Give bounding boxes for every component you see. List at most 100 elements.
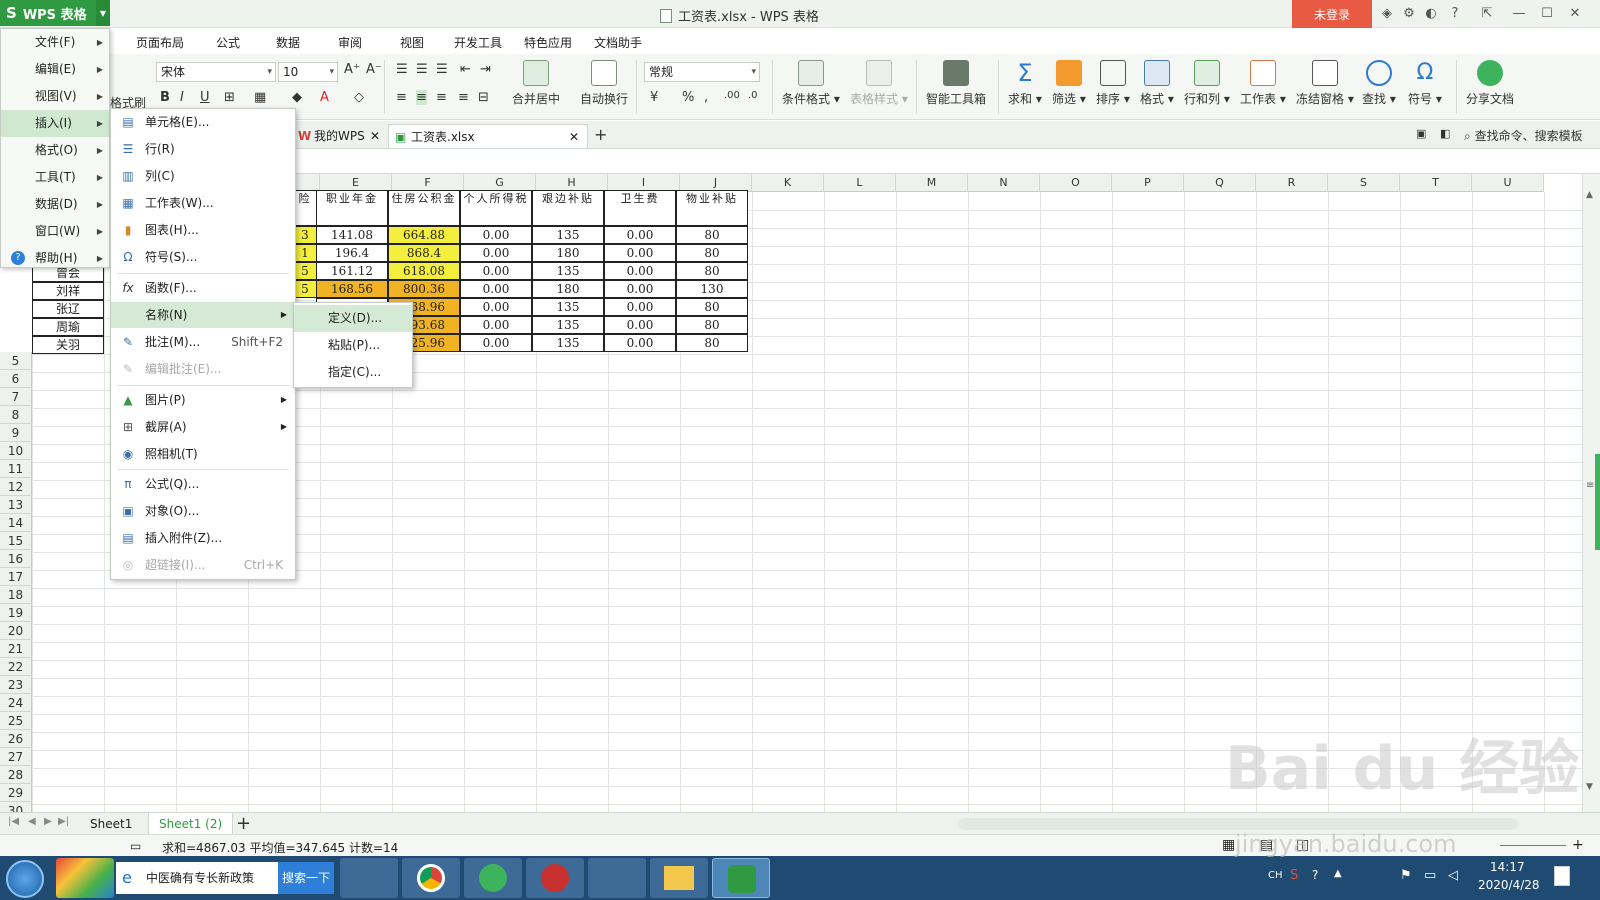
taskbar-paint-icon[interactable]: [340, 858, 398, 898]
table-cell[interactable]: 0.00: [604, 316, 676, 334]
table-cell[interactable]: 80: [676, 298, 748, 316]
tab-formula[interactable]: 公式: [216, 34, 240, 51]
table-cell[interactable]: 卫生费: [604, 190, 676, 226]
insert-attachment[interactable]: ▤ 插入附件(Z)...: [111, 525, 295, 551]
menu-file[interactable]: 文件(F) ▶: [1, 29, 109, 56]
comma-icon[interactable]: ,: [704, 90, 708, 105]
window-layout-icon[interactable]: ▣: [1416, 127, 1426, 140]
table-cell[interactable]: 141.08: [316, 226, 388, 244]
align-center-icon[interactable]: ≡: [416, 90, 427, 105]
column-header[interactable]: Q: [1184, 174, 1256, 192]
table-cell[interactable]: 刘祥: [32, 282, 104, 300]
table-cell[interactable]: 0.00: [604, 262, 676, 280]
taskbar-360-icon[interactable]: [464, 858, 522, 898]
add-sheet-icon[interactable]: +: [236, 813, 251, 834]
insert-equation[interactable]: π 公式(Q)...: [111, 471, 295, 497]
insert-function[interactable]: fx 函数(F)...: [111, 275, 295, 301]
table-cell[interactable]: 135: [532, 316, 604, 334]
row-header[interactable]: 20: [0, 622, 32, 640]
table-cell[interactable]: 0.00: [460, 262, 532, 280]
worksheet-button[interactable]: 工作表 ▾: [1240, 60, 1286, 107]
font-size-select[interactable]: 10: [278, 62, 338, 82]
input-method-icon[interactable]: S: [1290, 868, 1298, 883]
column-header[interactable]: S: [1328, 174, 1400, 192]
table-cell[interactable]: 800.36: [388, 280, 460, 298]
insert-chart[interactable]: ▮ 图表(H)...: [111, 217, 295, 243]
insert-object[interactable]: ▣ 对象(O)...: [111, 498, 295, 524]
insert-picture[interactable]: ▲ 图片(P) ▶: [111, 387, 295, 413]
row-header[interactable]: 24: [0, 694, 32, 712]
filter-button[interactable]: 筛选 ▾: [1052, 60, 1086, 107]
bold-icon[interactable]: B: [160, 90, 170, 105]
table-cell[interactable]: 80: [676, 244, 748, 262]
normal-view-icon[interactable]: ▦: [1222, 837, 1235, 853]
row-header[interactable]: 11: [0, 460, 32, 478]
tab-my-wps[interactable]: W 我的WPS ✕: [292, 124, 384, 148]
tray-expand-icon[interactable]: ▲: [1334, 868, 1342, 879]
volume-icon[interactable]: ◁: [1448, 868, 1458, 883]
menu-tools[interactable]: 工具(T) ▶: [1, 164, 109, 191]
justify-icon[interactable]: ≡: [458, 90, 469, 105]
align-bottom-icon[interactable]: ☰: [436, 62, 448, 77]
table-cell[interactable]: 0.00: [460, 298, 532, 316]
row-header[interactable]: 17: [0, 568, 32, 586]
wrap-text-button[interactable]: 自动换行: [580, 60, 628, 107]
close-icon[interactable]: ✕: [1566, 5, 1584, 23]
row-header[interactable]: 16: [0, 550, 32, 568]
row-header[interactable]: 28: [0, 766, 32, 784]
table-cell[interactable]: 135: [532, 262, 604, 280]
table-cell[interactable]: 180: [532, 280, 604, 298]
row-header[interactable]: 13: [0, 496, 32, 514]
notification-icon[interactable]: [1554, 866, 1570, 886]
share-doc-button[interactable]: 分享文档: [1466, 60, 1514, 107]
wps-menu-button[interactable]: S WPS 表格 ▼: [0, 0, 110, 26]
column-header[interactable]: K: [752, 174, 824, 192]
prev-sheet-icon[interactable]: ◀: [28, 816, 36, 827]
display-icon[interactable]: ▭: [1424, 868, 1436, 883]
taskbar-wps-icon[interactable]: [712, 858, 770, 898]
taskbar-remote-icon[interactable]: [588, 858, 646, 898]
start-button[interactable]: [6, 860, 44, 898]
network-icon[interactable]: ⚑: [1400, 868, 1412, 883]
maximize-icon[interactable]: ☐: [1538, 5, 1556, 23]
taskbar-explorer-icon[interactable]: [650, 858, 708, 898]
distribute-icon[interactable]: ⊟: [478, 90, 489, 105]
sort-button[interactable]: 排序 ▾: [1096, 60, 1130, 107]
smart-toolbox-button[interactable]: 智能工具箱: [926, 60, 986, 107]
zoom-in-icon[interactable]: +: [1572, 837, 1584, 853]
tab-developer[interactable]: 开发工具: [454, 34, 502, 51]
align-top-icon[interactable]: ☰: [396, 62, 408, 77]
row-header[interactable]: 15: [0, 532, 32, 550]
insert-comment[interactable]: ✎ 批注(M)... Shift+F2: [111, 329, 295, 355]
row-header[interactable]: 6: [0, 370, 32, 388]
taskbar-app-colorful[interactable]: [56, 858, 114, 898]
tab-special[interactable]: 特色应用: [524, 34, 572, 51]
row-header[interactable]: 5: [0, 352, 32, 370]
number-format-select[interactable]: 常规: [644, 62, 760, 82]
column-header[interactable]: U: [1472, 174, 1544, 192]
table-cell[interactable]: 868.4: [388, 244, 460, 262]
insert-column[interactable]: ▥ 列(C): [111, 163, 295, 189]
table-cell[interactable]: 关羽: [32, 336, 104, 354]
column-header[interactable]: M: [896, 174, 968, 192]
insert-symbol[interactable]: Ω 符号(S)...: [111, 244, 295, 270]
conditional-format-button[interactable]: 条件格式 ▾: [782, 60, 840, 107]
format-button[interactable]: 格式 ▾: [1140, 60, 1174, 107]
feedback-icon[interactable]: ◐: [1422, 5, 1440, 23]
border-icon[interactable]: ⊞: [224, 90, 235, 105]
indent-decrease-icon[interactable]: ⇤: [460, 62, 471, 77]
row-header[interactable]: 18: [0, 586, 32, 604]
table-cell[interactable]: 135: [532, 334, 604, 352]
freeze-panes-button[interactable]: 冻结窗格 ▾: [1296, 60, 1354, 107]
search-command[interactable]: ⌕ 查找命令、搜索模板: [1464, 127, 1583, 144]
merge-center-button[interactable]: 合并居中: [512, 60, 560, 107]
menu-insert[interactable]: 插入(I) ▶: [1, 110, 109, 137]
fill-color-icon[interactable]: ◆: [292, 90, 302, 105]
menu-format[interactable]: 格式(O) ▶: [1, 137, 109, 164]
row-header[interactable]: 10: [0, 442, 32, 460]
vertical-scrollbar[interactable]: ▲ ≡ ▼: [1582, 174, 1600, 812]
restore-ribbon-icon[interactable]: ⇱: [1478, 5, 1496, 23]
insert-row[interactable]: ☰ 行(R): [111, 136, 295, 162]
table-cell[interactable]: 0.00: [460, 334, 532, 352]
table-cell[interactable]: 135: [532, 226, 604, 244]
